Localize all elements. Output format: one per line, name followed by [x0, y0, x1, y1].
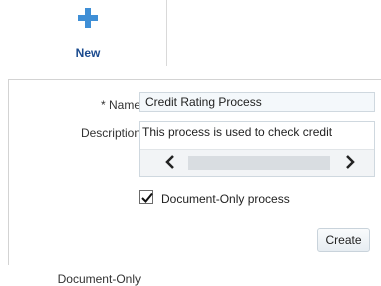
document-only-checkbox-label[interactable]: Document-Only process	[161, 192, 290, 206]
toolbar: New	[0, 0, 381, 74]
horizontal-scrollbar[interactable]	[140, 149, 374, 176]
document-only-checkbox[interactable]	[139, 190, 153, 204]
toolbar-divider	[166, 0, 167, 66]
name-input[interactable]: Credit Rating Process	[139, 92, 375, 112]
checkmark-icon	[141, 192, 153, 203]
new-button[interactable]: New	[66, 6, 110, 62]
create-button[interactable]: Create	[317, 228, 370, 252]
description-text: This process is used to check credit	[142, 125, 333, 139]
new-label: New	[75, 46, 101, 60]
plus-icon	[78, 8, 98, 28]
description-label: Description	[80, 126, 141, 140]
document-only-label: Document-Only	[57, 272, 141, 286]
name-label: * Name	[100, 98, 141, 112]
description-textarea[interactable]: This process is used to check credit	[139, 121, 375, 177]
scrollbar-thumb[interactable]	[188, 156, 330, 170]
scroll-left-icon[interactable]	[162, 154, 178, 170]
scroll-right-icon[interactable]	[342, 154, 358, 170]
